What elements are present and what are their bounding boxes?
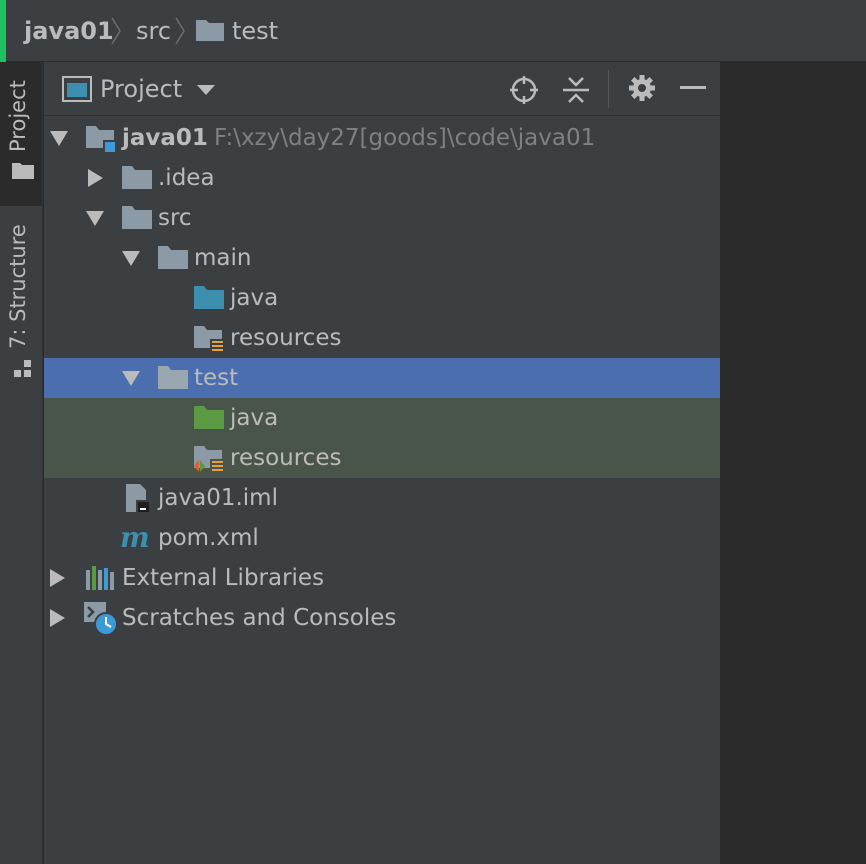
expand-arrow-icon[interactable]	[50, 131, 68, 146]
tree-row-test-java[interactable]	[44, 398, 720, 438]
chevron-right-icon	[175, 17, 185, 45]
structure-icon	[14, 360, 31, 377]
locate-icon[interactable]	[508, 74, 540, 106]
chevron-right-icon	[111, 17, 121, 45]
tree-label-main-java: java	[230, 285, 279, 311]
expand-arrow-icon[interactable]	[122, 371, 140, 386]
scratches-icon	[84, 602, 118, 636]
source-folder-icon	[194, 286, 224, 309]
test-folder-icon	[194, 406, 224, 429]
folder-icon	[122, 206, 152, 229]
tree-label-external-libraries: External Libraries	[122, 565, 325, 591]
collapse-arrow-icon[interactable]	[50, 609, 65, 627]
folder-icon	[122, 166, 152, 189]
tree-label-java01: java01	[122, 125, 208, 151]
tree-label-pom: pom.xml	[158, 525, 259, 551]
maven-icon: m	[120, 521, 150, 554]
minimize-icon[interactable]	[680, 86, 706, 90]
tree-label-test-resources: resources	[230, 445, 342, 471]
expand-arrow-icon[interactable]	[86, 211, 104, 226]
tree-row-test[interactable]	[44, 358, 720, 398]
breadcrumb-item-test[interactable]: test	[232, 14, 278, 48]
gear-icon[interactable]	[628, 74, 656, 102]
folder-icon	[12, 163, 34, 179]
breadcrumb-item-java01[interactable]: java01	[24, 14, 114, 48]
tree-label-scratches: Scratches and Consoles	[122, 605, 397, 631]
tree-label-main: main	[194, 245, 252, 271]
stripe-tab-structure-label: 7: Structure	[6, 224, 30, 349]
tree-label-test-java: java	[230, 405, 279, 431]
folder-icon	[158, 366, 188, 389]
folder-icon	[196, 20, 224, 41]
tree-row-main-java[interactable]	[44, 278, 720, 318]
test-resources-folder-icon	[194, 446, 224, 473]
folder-icon	[158, 246, 188, 269]
tree-label-main-resources: resources	[230, 325, 342, 351]
breadcrumb-item-src[interactable]: src	[136, 14, 171, 48]
expand-arrow-icon[interactable]	[122, 251, 140, 266]
libraries-icon	[86, 566, 114, 590]
tree-row-main-resources[interactable]	[44, 318, 720, 358]
resources-folder-icon	[194, 326, 224, 353]
tree-label-iml: java01.iml	[158, 485, 278, 511]
module-folder-icon	[86, 126, 116, 153]
stripe-tab-structure[interactable]: 7: Structure	[0, 212, 42, 392]
tree-label-idea: .idea	[158, 165, 215, 191]
stripe-tab-project[interactable]: Project	[0, 62, 42, 206]
tree-path-java01: F:\xzy\day27[goods]\code\java01	[214, 125, 596, 151]
editor-area	[720, 62, 866, 864]
tree-row-main[interactable]	[44, 238, 720, 278]
project-view-dropdown[interactable]: Project	[100, 72, 182, 106]
tree-row-test-resources[interactable]	[44, 438, 720, 478]
tree-label-test: test	[194, 365, 239, 391]
toolbar-separator	[608, 70, 609, 108]
tree-label-src: src	[158, 205, 192, 231]
collapse-arrow-icon[interactable]	[50, 569, 65, 587]
project-view-icon	[62, 76, 92, 102]
collapse-all-icon[interactable]	[560, 74, 592, 106]
collapse-arrow-icon[interactable]	[88, 169, 103, 187]
navigation-bar: java01 src test	[0, 0, 866, 62]
stripe-tab-project-label: Project	[6, 80, 30, 152]
chevron-down-icon[interactable]	[196, 84, 216, 96]
iml-file-icon	[126, 484, 150, 513]
active-indicator	[0, 0, 6, 62]
